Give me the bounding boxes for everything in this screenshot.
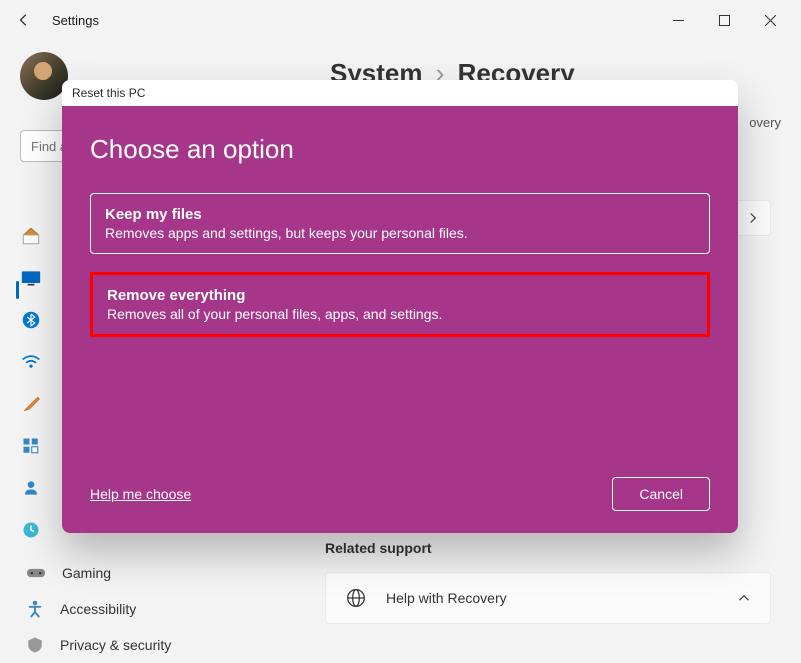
maximize-icon [719, 15, 730, 26]
apps-icon[interactable] [20, 435, 42, 457]
window-controls [655, 4, 793, 36]
help-me-choose-link[interactable]: Help me choose [90, 486, 191, 502]
option-keep-files[interactable]: Keep my files Removes apps and settings,… [90, 193, 710, 254]
close-button[interactable] [747, 4, 793, 36]
gaming-icon [26, 565, 46, 581]
avatar[interactable] [20, 52, 68, 100]
sidebar-list: Gaming Accessibility Privacy & security [20, 555, 280, 663]
back-button[interactable] [8, 4, 40, 36]
sidebar-item-label: Gaming [62, 565, 111, 581]
close-icon [765, 15, 776, 26]
selection-indicator [16, 281, 19, 299]
obscured-text: overy [749, 115, 781, 130]
wifi-icon[interactable] [20, 351, 42, 373]
option-title: Keep my files [105, 206, 695, 223]
minimize-icon [673, 15, 684, 26]
dialog-footer: Help me choose Cancel [90, 477, 710, 511]
dialog-body: Choose an option Keep my files Removes a… [62, 106, 738, 533]
help-card-label: Help with Recovery [386, 590, 507, 606]
nav-icon-strip [20, 225, 42, 541]
dialog-heading: Choose an option [90, 134, 710, 165]
minimize-button[interactable] [655, 4, 701, 36]
related-support-heading: Related support [325, 540, 432, 556]
dialog-window-title: Reset this PC [62, 80, 738, 106]
sidebar-item-accessibility[interactable]: Accessibility [20, 591, 280, 627]
window-title: Settings [52, 13, 99, 28]
home-icon[interactable] [20, 225, 42, 247]
sidebar-item-label: Privacy & security [60, 637, 171, 653]
expand-button[interactable] [735, 200, 771, 236]
arrow-left-icon [17, 13, 31, 27]
option-desc: Removes apps and settings, but keeps you… [105, 225, 695, 241]
sidebar-item-gaming[interactable]: Gaming [20, 555, 280, 591]
globe-icon [346, 588, 366, 608]
help-recovery-card[interactable]: Help with Recovery [325, 572, 771, 624]
system-icon[interactable] [20, 267, 42, 289]
globe-clock-icon[interactable] [20, 519, 42, 541]
cancel-button[interactable]: Cancel [612, 477, 710, 511]
chevron-right-icon [747, 212, 759, 224]
accessibility-icon [26, 599, 44, 619]
sidebar-item-label: Accessibility [60, 601, 136, 617]
person-icon[interactable] [20, 477, 42, 499]
maximize-button[interactable] [701, 4, 747, 36]
option-title: Remove everything [107, 287, 693, 304]
sidebar-item-privacy[interactable]: Privacy & security [20, 627, 280, 663]
bluetooth-icon[interactable] [20, 309, 42, 331]
option-desc: Removes all of your personal files, apps… [107, 306, 693, 322]
reset-pc-dialog: Reset this PC Choose an option Keep my f… [62, 80, 738, 533]
shield-icon [26, 635, 44, 655]
titlebar: Settings [0, 0, 801, 40]
option-remove-everything[interactable]: Remove everything Removes all of your pe… [90, 272, 710, 337]
brush-icon[interactable] [20, 393, 42, 415]
chevron-up-icon [738, 592, 750, 604]
